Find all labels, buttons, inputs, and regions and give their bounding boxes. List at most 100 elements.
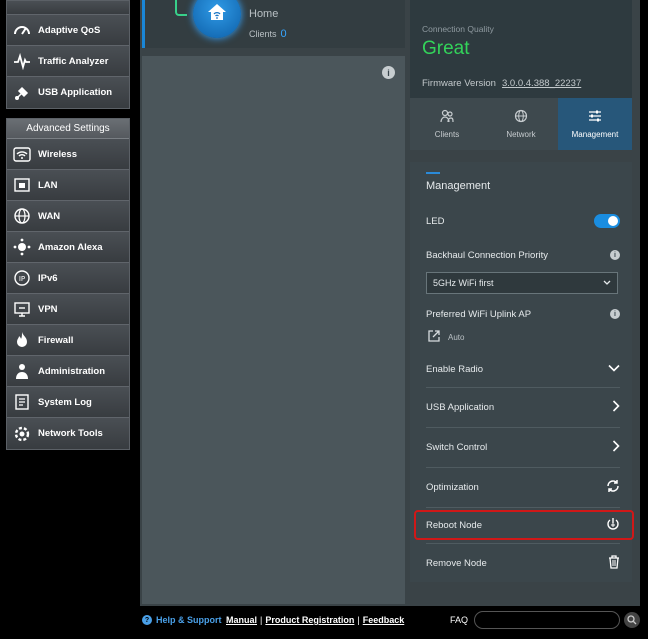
advanced-settings-header: Advanced Settings xyxy=(7,119,129,139)
sidebar-item-ipv6[interactable]: IP IPv6 xyxy=(7,263,129,294)
sidebar-item-label: Amazon Alexa xyxy=(38,241,103,253)
sidebar-item-label: System Log xyxy=(38,396,92,408)
tab-label: Management xyxy=(571,130,619,139)
connection-quality-label: Connection Quality xyxy=(422,24,494,34)
sidebar-item-label: Wireless xyxy=(38,148,77,160)
management-title: Management xyxy=(426,180,491,192)
help-icon: ? xyxy=(142,615,152,625)
uplink-auto[interactable]: Auto xyxy=(428,330,464,344)
sidebar-item-label: IPv6 xyxy=(38,272,58,284)
node-circle[interactable] xyxy=(193,0,241,38)
vpn-icon xyxy=(11,298,33,320)
help-support-link[interactable]: ? Help & Support xyxy=(142,615,222,625)
sidebar-item-label: Administration xyxy=(38,365,106,377)
clients-icon xyxy=(440,109,454,130)
topology-line xyxy=(175,0,187,16)
feedback-link[interactable]: Feedback xyxy=(363,615,405,625)
uplink-value: Auto xyxy=(448,332,465,342)
usb-application-row[interactable]: USB Application xyxy=(426,388,620,428)
sidebar-item-wireless[interactable]: Wireless xyxy=(7,139,129,170)
backhaul-row: Backhaul Connection Priority i xyxy=(426,248,620,262)
tab-clients[interactable]: Clients xyxy=(410,98,484,150)
backhaul-info-icon[interactable]: i xyxy=(610,250,620,260)
backhaul-selected-value: 5GHz WiFi first xyxy=(433,278,494,288)
node-clients-count[interactable]: 0 xyxy=(281,28,287,40)
pulse-icon xyxy=(11,50,33,72)
sidebar-item-label: LAN xyxy=(38,179,58,191)
lan-icon xyxy=(11,174,33,196)
info-icon[interactable]: i xyxy=(382,66,395,79)
optimization-label: Optimization xyxy=(426,482,479,493)
admin-icon xyxy=(11,360,33,382)
footer: ? Help & Support Manual | Product Registra… xyxy=(140,606,640,639)
ipv6-icon: IP xyxy=(11,267,33,289)
partial-icon xyxy=(11,1,33,14)
alexa-icon xyxy=(11,236,33,258)
svg-text:IP: IP xyxy=(19,275,25,283)
home-icon xyxy=(206,1,228,28)
led-row: LED xyxy=(426,214,620,228)
product-registration-link[interactable]: Product Registration xyxy=(265,615,354,625)
sidebar-item-traffic-analyzer[interactable]: Traffic Analyzer xyxy=(7,46,129,77)
uplink-label: Preferred WiFi Uplink AP xyxy=(426,308,532,320)
wifi-icon xyxy=(11,143,33,165)
sidebar-item-network-tools[interactable]: Network Tools xyxy=(7,418,129,449)
globe-icon xyxy=(11,205,33,227)
sidebar-advanced-group: Advanced Settings Wireless LAN WAN Amazo… xyxy=(6,118,130,450)
sidebar-item-system-log[interactable]: System Log xyxy=(7,387,129,418)
sidebar-item-label: USB Application xyxy=(38,87,113,98)
firmware-version-link[interactable]: 3.0.0.4.388_22237 xyxy=(502,78,581,89)
sidebar-item-label: WAN xyxy=(38,210,61,222)
backhaul-priority-select[interactable]: 5GHz WiFi first xyxy=(426,272,618,294)
node-detail-panel: i xyxy=(142,56,405,604)
sidebar-item-lan[interactable]: LAN xyxy=(7,170,129,201)
faq-search-input[interactable] xyxy=(474,611,620,629)
reboot-node-highlight xyxy=(414,510,634,540)
management-accent-bar xyxy=(426,172,440,174)
node-card[interactable]: Home Clients 0 xyxy=(142,0,405,48)
search-icon[interactable] xyxy=(624,612,640,628)
led-label: LED xyxy=(426,215,445,227)
connection-panel: Connection Quality Great Firmware Versio… xyxy=(410,0,632,98)
separator: | xyxy=(260,615,263,625)
firewall-icon xyxy=(11,329,33,351)
led-toggle[interactable] xyxy=(594,214,620,228)
remove-node-row[interactable]: Remove Node xyxy=(426,544,620,582)
chevron-down-icon xyxy=(608,364,620,375)
firmware-version-label: Firmware Version xyxy=(422,78,496,89)
switch-control-row[interactable]: Switch Control xyxy=(426,428,620,468)
separator: | xyxy=(357,615,360,625)
sidebar-item-label: Firewall xyxy=(38,334,74,346)
tab-management[interactable]: Management xyxy=(558,98,632,150)
enable-radio-row[interactable]: Enable Radio xyxy=(426,352,620,388)
node-name: Home xyxy=(249,8,279,20)
node-clients-label: Clients xyxy=(249,29,277,39)
sidebar-item-administration[interactable]: Administration xyxy=(7,356,129,387)
sidebar: Adaptive QoS Traffic Analyzer USB Applic… xyxy=(6,0,130,450)
sidebar-item-label: Network Tools xyxy=(38,428,103,439)
sidebar-item-amazon-alexa[interactable]: Amazon Alexa xyxy=(7,232,129,263)
sidebar-item-label: VPN xyxy=(38,303,58,315)
help-support-label: Help & Support xyxy=(156,615,222,625)
sidebar-item-partial[interactable] xyxy=(7,1,129,15)
sliders-icon xyxy=(588,109,602,130)
sidebar-item-vpn[interactable]: VPN xyxy=(7,294,129,325)
uplink-info-icon[interactable]: i xyxy=(610,309,620,319)
sidebar-item-usb-application[interactable]: USB Application xyxy=(7,77,129,108)
sidebar-item-firewall[interactable]: Firewall xyxy=(7,325,129,356)
manual-link[interactable]: Manual xyxy=(226,615,257,625)
sidebar-item-adaptive-qos[interactable]: Adaptive QoS xyxy=(7,15,129,46)
main-content: Home Clients 0 i Connection Quality Great… xyxy=(140,0,640,606)
connection-quality-value: Great xyxy=(422,38,470,59)
tab-network[interactable]: Network xyxy=(484,98,558,150)
optimization-row[interactable]: Optimization xyxy=(426,468,620,508)
usb-application-label: USB Application xyxy=(426,402,495,413)
chevron-down-icon xyxy=(603,278,611,288)
sidebar-top-group: Adaptive QoS Traffic Analyzer USB Applic… xyxy=(6,0,130,109)
sidebar-item-wan[interactable]: WAN xyxy=(7,201,129,232)
tab-label: Clients xyxy=(434,130,460,139)
enable-radio-label: Enable Radio xyxy=(426,364,484,375)
network-globe-icon xyxy=(514,109,528,130)
system-log-icon xyxy=(11,391,33,413)
speedometer-icon xyxy=(11,19,33,41)
